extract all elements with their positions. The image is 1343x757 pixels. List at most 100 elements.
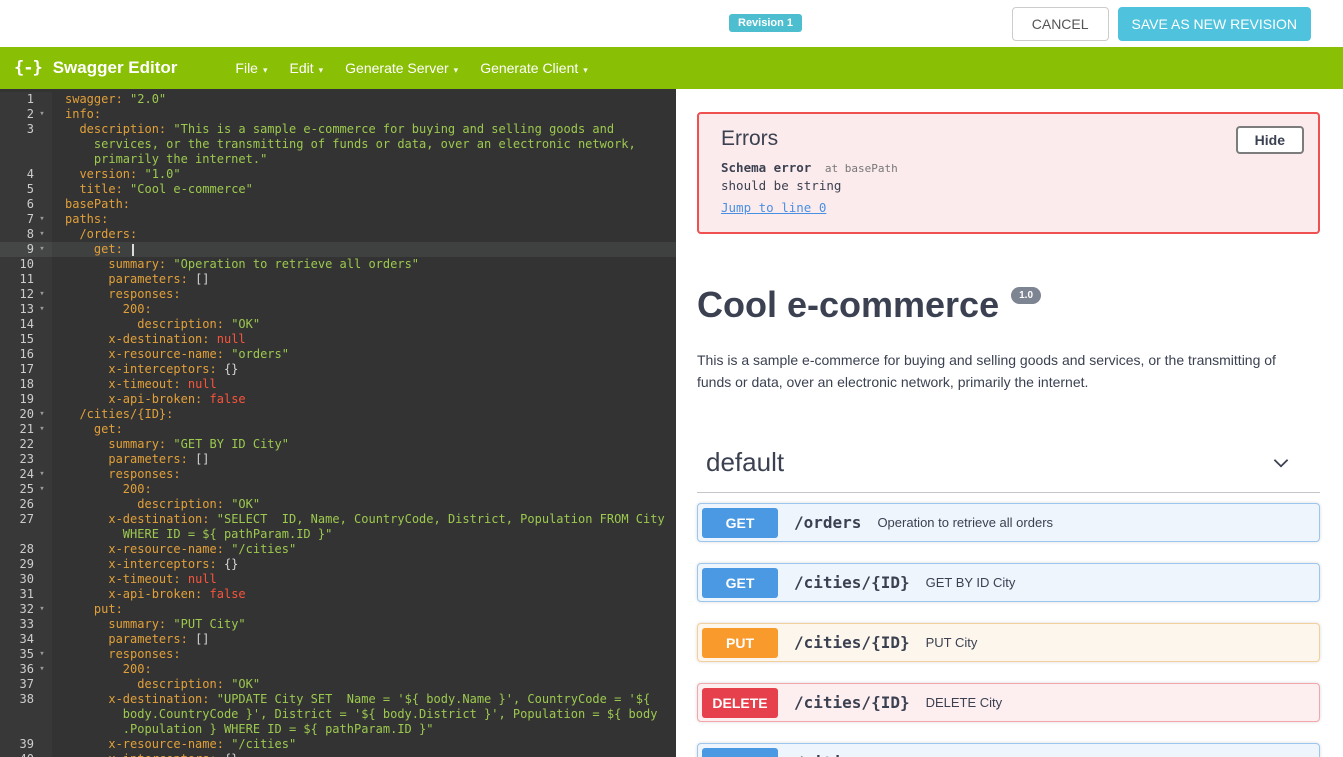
editor-line[interactable]: 15 x-destination: null <box>0 332 676 347</box>
method-badge: GET <box>702 748 778 757</box>
fold-arrow-icon[interactable]: ▾ <box>34 647 50 662</box>
line-gutter: 24▾ <box>0 467 52 482</box>
editor-line[interactable]: 18 x-timeout: null <box>0 377 676 392</box>
caret-down-icon: ▾ <box>583 65 588 75</box>
operation-delete--cities-ID-[interactable]: DELETE/cities/{ID}DELETE City <box>697 683 1320 722</box>
editor-line[interactable]: 12▾ responses: <box>0 287 676 302</box>
editor-line[interactable]: .Population } WHERE ID = ${ pathParam.ID… <box>0 722 676 737</box>
editor-line[interactable]: 23 parameters: [] <box>0 452 676 467</box>
editor-line[interactable]: 29 x-interceptors: {} <box>0 557 676 572</box>
fold-arrow-icon[interactable]: ▾ <box>34 212 50 227</box>
app-header: {-} Swagger Editor File▾Edit▾Generate Se… <box>0 47 1343 89</box>
line-number: 39 <box>0 737 34 752</box>
code-editor[interactable]: 1swagger: "2.0"2▾info:3 description: "Th… <box>0 89 676 757</box>
editor-line[interactable]: 33 summary: "PUT City" <box>0 617 676 632</box>
line-gutter: 40 <box>0 752 52 757</box>
editor-line[interactable]: body.CountryCode }', District = '${ body… <box>0 707 676 722</box>
editor-line[interactable]: services, or the transmitting of funds o… <box>0 137 676 152</box>
fold-arrow-icon[interactable]: ▾ <box>34 467 50 482</box>
editor-line[interactable]: 26 description: "OK" <box>0 497 676 512</box>
chevron-down-icon[interactable] <box>1270 452 1292 474</box>
line-number: 6 <box>0 197 34 212</box>
app-title: Swagger Editor <box>53 58 178 78</box>
fold-spacer <box>34 587 50 602</box>
editor-line[interactable]: 2▾info: <box>0 107 676 122</box>
fold-spacer <box>34 542 50 557</box>
editor-line[interactable]: 4 version: "1.0" <box>0 167 676 182</box>
fold-arrow-icon[interactable]: ▾ <box>34 482 50 497</box>
line-gutter: 29 <box>0 557 52 572</box>
editor-line[interactable]: 3 description: "This is a sample e-comme… <box>0 122 676 137</box>
operation-get--cities-ID-[interactable]: GET/cities/{ID}GET BY ID City <box>697 563 1320 602</box>
fold-arrow-icon[interactable]: ▾ <box>34 422 50 437</box>
fold-spacer <box>34 197 50 212</box>
line-gutter: 1 <box>0 92 52 107</box>
tag-section-default[interactable]: default <box>697 447 1320 493</box>
line-gutter: 30 <box>0 572 52 587</box>
fold-arrow-icon[interactable]: ▾ <box>34 227 50 242</box>
editor-line[interactable]: 11 parameters: [] <box>0 272 676 287</box>
editor-line[interactable]: 39 x-resource-name: "/cities" <box>0 737 676 752</box>
fold-arrow-icon[interactable]: ▾ <box>34 302 50 317</box>
editor-line[interactable]: 27 x-destination: "SELECT ID, Name, Coun… <box>0 512 676 527</box>
editor-line[interactable]: 17 x-interceptors: {} <box>0 362 676 377</box>
editor-line[interactable]: 5 title: "Cool e-commerce" <box>0 182 676 197</box>
api-version-badge: 1.0 <box>1011 287 1041 304</box>
caret-down-icon: ▾ <box>454 65 459 75</box>
api-title-text: Cool e-commerce <box>697 284 999 325</box>
fold-arrow-icon[interactable]: ▾ <box>34 407 50 422</box>
editor-line[interactable]: 34 parameters: [] <box>0 632 676 647</box>
editor-line[interactable]: 6basePath: <box>0 197 676 212</box>
editor-line[interactable]: 13▾ 200: <box>0 302 676 317</box>
operation-get--cities[interactable]: GET/citiesGET City <box>697 743 1320 757</box>
line-gutter: 19 <box>0 392 52 407</box>
fold-arrow-icon[interactable]: ▾ <box>34 602 50 617</box>
editor-line[interactable]: 20▾ /cities/{ID}: <box>0 407 676 422</box>
jump-to-line-link[interactable]: Jump to line 0 <box>721 200 826 215</box>
editor-line[interactable]: 25▾ 200: <box>0 482 676 497</box>
editor-line[interactable]: 10 summary: "Operation to retrieve all o… <box>0 257 676 272</box>
editor-line[interactable]: 38 x-destination: "UPDATE City SET Name … <box>0 692 676 707</box>
editor-line[interactable]: 21▾ get: <box>0 422 676 437</box>
fold-arrow-icon[interactable]: ▾ <box>34 242 50 257</box>
hide-errors-button[interactable]: Hide <box>1236 126 1304 154</box>
editor-line[interactable]: 28 x-resource-name: "/cities" <box>0 542 676 557</box>
menu-file[interactable]: File▾ <box>235 60 267 76</box>
code-text: body.CountryCode }', District = '${ body… <box>52 707 676 722</box>
editor-line[interactable]: 8▾ /orders: <box>0 227 676 242</box>
save-as-new-revision-button[interactable]: SAVE AS NEW REVISION <box>1118 7 1311 41</box>
menu-generate-client[interactable]: Generate Client▾ <box>480 60 588 76</box>
code-text: 200: <box>52 662 676 677</box>
menu-edit[interactable]: Edit▾ <box>290 60 324 76</box>
menu-generate-server[interactable]: Generate Server▾ <box>345 60 458 76</box>
fold-spacer <box>34 317 50 332</box>
line-gutter: 21▾ <box>0 422 52 437</box>
fold-arrow-icon[interactable]: ▾ <box>34 107 50 122</box>
editor-line[interactable]: 31 x-api-broken: false <box>0 587 676 602</box>
cancel-button[interactable]: CANCEL <box>1012 7 1109 41</box>
code-text: primarily the internet." <box>52 152 676 167</box>
code-text: description: "OK" <box>52 317 676 332</box>
editor-line[interactable]: 1swagger: "2.0" <box>0 92 676 107</box>
editor-line[interactable]: 22 summary: "GET BY ID City" <box>0 437 676 452</box>
editor-line[interactable]: 37 description: "OK" <box>0 677 676 692</box>
editor-line[interactable]: 30 x-timeout: null <box>0 572 676 587</box>
editor-line[interactable]: 32▾ put: <box>0 602 676 617</box>
line-gutter: 31 <box>0 587 52 602</box>
editor-line[interactable]: 36▾ 200: <box>0 662 676 677</box>
editor-line[interactable]: 24▾ responses: <box>0 467 676 482</box>
fold-arrow-icon[interactable]: ▾ <box>34 662 50 677</box>
editor-line[interactable]: 16 x-resource-name: "orders" <box>0 347 676 362</box>
editor-line[interactable]: 9▾ get: <box>0 242 676 257</box>
editor-line[interactable]: 40 x-interceptors: {} <box>0 752 676 757</box>
operation-put--cities-ID-[interactable]: PUT/cities/{ID}PUT City <box>697 623 1320 662</box>
operation-get--orders[interactable]: GET/ordersOperation to retrieve all orde… <box>697 503 1320 542</box>
operation-summary: GET BY ID City <box>926 575 1016 590</box>
editor-line[interactable]: WHERE ID = ${ pathParam.ID }" <box>0 527 676 542</box>
fold-arrow-icon[interactable]: ▾ <box>34 287 50 302</box>
editor-line[interactable]: primarily the internet." <box>0 152 676 167</box>
editor-line[interactable]: 7▾paths: <box>0 212 676 227</box>
editor-line[interactable]: 35▾ responses: <box>0 647 676 662</box>
editor-line[interactable]: 14 description: "OK" <box>0 317 676 332</box>
editor-line[interactable]: 19 x-api-broken: false <box>0 392 676 407</box>
